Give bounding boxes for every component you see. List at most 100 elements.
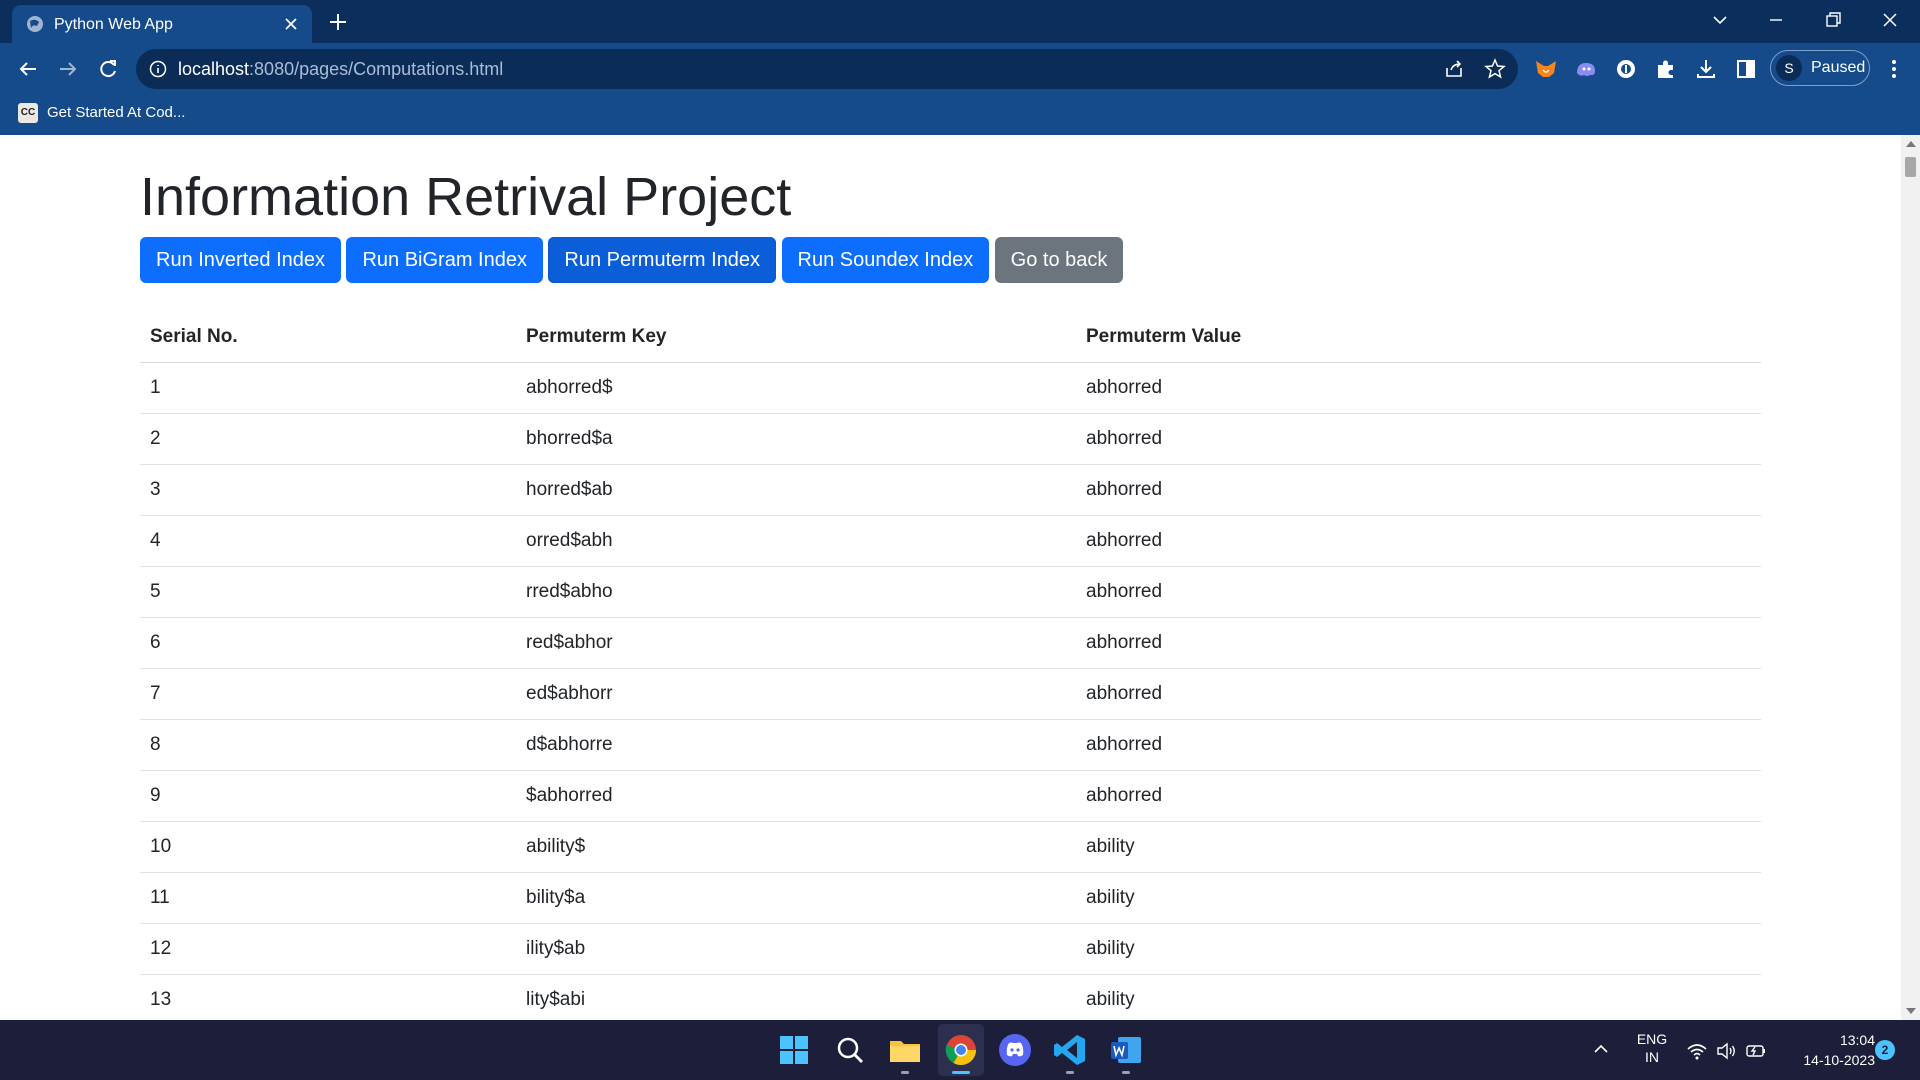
go-back-button[interactable]: Go to back xyxy=(994,237,1124,283)
cell-serial: 10 xyxy=(140,821,516,873)
browser-tab[interactable]: Python Web App xyxy=(12,5,312,43)
page-title: Information Retrival Project xyxy=(140,167,792,227)
cell-serial: 7 xyxy=(140,668,516,720)
cell-serial: 11 xyxy=(140,872,516,924)
scrollbar-thumb[interactable] xyxy=(1905,157,1916,177)
table-row: 6 red$abhor abhorred xyxy=(140,617,1761,669)
restore-icon[interactable] xyxy=(1819,6,1847,34)
language-indicator[interactable]: ENG IN xyxy=(1630,1030,1674,1066)
cell-serial: 3 xyxy=(140,464,516,516)
os-taskbar: ENG IN 13:04 14-10-2023 2 xyxy=(0,1020,1920,1080)
show-hidden-icons-icon[interactable] xyxy=(1592,1040,1610,1058)
table-row: 7 ed$abhorr abhorred xyxy=(140,668,1761,720)
start-icon[interactable] xyxy=(776,1032,812,1068)
cell-value: ability xyxy=(1076,974,1761,1020)
table-header-row: Serial No. Permuterm Key Permuterm Value xyxy=(140,312,1761,363)
file-explorer-icon[interactable] xyxy=(887,1032,923,1068)
download-icon[interactable] xyxy=(1692,55,1720,83)
forward-icon[interactable] xyxy=(54,55,82,83)
run-soundex-index-button[interactable]: Run Soundex Index xyxy=(781,237,990,283)
cell-value: ability xyxy=(1076,923,1761,975)
tab-search-icon[interactable] xyxy=(1706,6,1734,34)
more-menu-icon[interactable] xyxy=(1880,55,1908,83)
profile-status: Paused xyxy=(1811,59,1866,76)
metamask-icon[interactable] xyxy=(1532,55,1560,83)
battery-icon[interactable] xyxy=(1745,1040,1767,1062)
volume-icon[interactable] xyxy=(1715,1040,1737,1062)
cell-key: ility$ab xyxy=(516,923,1076,975)
extension-coin-icon[interactable] xyxy=(1612,55,1640,83)
cell-serial: 8 xyxy=(140,719,516,771)
cell-key: ability$ xyxy=(516,821,1076,873)
discord-icon[interactable] xyxy=(997,1032,1033,1068)
avatar: S xyxy=(1776,55,1802,81)
word-icon[interactable] xyxy=(1108,1032,1144,1068)
cell-value: abhorred xyxy=(1076,668,1761,720)
back-icon[interactable] xyxy=(14,55,42,83)
search-icon[interactable] xyxy=(832,1032,868,1068)
permuterm-table: Serial No. Permuterm Key Permuterm Value… xyxy=(140,312,1761,1020)
cell-serial: 13 xyxy=(140,974,516,1020)
cell-value: abhorred xyxy=(1076,770,1761,822)
table-row: 13 lity$abi ability xyxy=(140,974,1761,1020)
scroll-up-icon[interactable] xyxy=(1906,141,1916,147)
notification-badge[interactable]: 2 xyxy=(1875,1040,1895,1060)
reload-icon[interactable] xyxy=(94,55,122,83)
table-row: 5 rred$abho abhorred xyxy=(140,566,1761,618)
table-row: 10 ability$ ability xyxy=(140,821,1761,873)
cell-value: abhorred xyxy=(1076,566,1761,618)
vscode-icon[interactable] xyxy=(1052,1032,1088,1068)
close-window-icon[interactable] xyxy=(1876,6,1904,34)
cell-serial: 4 xyxy=(140,515,516,567)
run-bigram-index-button[interactable]: Run BiGram Index xyxy=(346,237,543,283)
cell-value: abhorred xyxy=(1076,413,1761,465)
page-viewport: Information Retrival Project Run Inverte… xyxy=(0,135,1901,1020)
extensions-puzzle-icon[interactable] xyxy=(1652,55,1680,83)
browser-title-bar: Python Web App xyxy=(0,0,1920,43)
run-permuterm-index-button[interactable]: Run Permuterm Index xyxy=(548,237,777,283)
share-icon[interactable] xyxy=(1442,57,1466,81)
browser-toolbar: localhost:8080/pages/Computations.html S… xyxy=(0,43,1920,95)
wifi-icon[interactable] xyxy=(1686,1040,1708,1062)
bookmark-item[interactable]: Get Started At Cod... xyxy=(47,103,185,123)
cell-value: abhorred xyxy=(1076,515,1761,567)
clock[interactable]: 13:04 14-10-2023 xyxy=(1775,1030,1875,1070)
cell-key: d$abhorre xyxy=(516,719,1076,771)
cell-value: abhorred xyxy=(1076,617,1761,669)
app-running-indicator xyxy=(1122,1071,1130,1074)
app-active-indicator xyxy=(952,1071,970,1074)
address-bar[interactable]: localhost:8080/pages/Computations.html xyxy=(136,49,1518,89)
cell-serial: 9 xyxy=(140,770,516,822)
cell-serial: 12 xyxy=(140,923,516,975)
profile-button[interactable]: S Paused xyxy=(1770,50,1870,86)
table-row: 11 bility$a ability xyxy=(140,872,1761,924)
bookmark-star-icon[interactable] xyxy=(1483,57,1507,81)
cell-key: ed$abhorr xyxy=(516,668,1076,720)
new-tab-icon[interactable] xyxy=(326,10,350,34)
cell-serial: 2 xyxy=(140,413,516,465)
cell-key: red$abhor xyxy=(516,617,1076,669)
cell-value: abhorred xyxy=(1076,464,1761,516)
table-row: 12 ility$ab ability xyxy=(140,923,1761,975)
run-inverted-index-button[interactable]: Run Inverted Index xyxy=(140,237,341,283)
cell-serial: 6 xyxy=(140,617,516,669)
table-row: 8 d$abhorre abhorred xyxy=(140,719,1761,771)
cell-value: ability xyxy=(1076,872,1761,924)
table-row: 2 bhorred$a abhorred xyxy=(140,413,1761,465)
side-panel-icon[interactable] xyxy=(1732,55,1760,83)
codecademy-icon[interactable]: CC xyxy=(18,103,38,123)
cell-key: abhorred$ xyxy=(516,362,1076,414)
cell-serial: 1 xyxy=(140,362,516,414)
url-text: localhost:8080/pages/Computations.html xyxy=(178,59,504,79)
table-row: 9 $abhorred abhorred xyxy=(140,770,1761,822)
cell-key: horred$ab xyxy=(516,464,1076,516)
scroll-down-icon[interactable] xyxy=(1906,1008,1916,1014)
minimize-icon[interactable] xyxy=(1762,6,1790,34)
page-scrollbar[interactable] xyxy=(1901,135,1920,1020)
chrome-icon[interactable] xyxy=(943,1032,979,1068)
close-tab-icon[interactable] xyxy=(280,13,302,35)
site-info-icon[interactable] xyxy=(148,59,168,79)
extension-ghost-icon[interactable] xyxy=(1572,55,1600,83)
cell-key: $abhorred xyxy=(516,770,1076,822)
tab-title: Python Web App xyxy=(54,16,173,33)
